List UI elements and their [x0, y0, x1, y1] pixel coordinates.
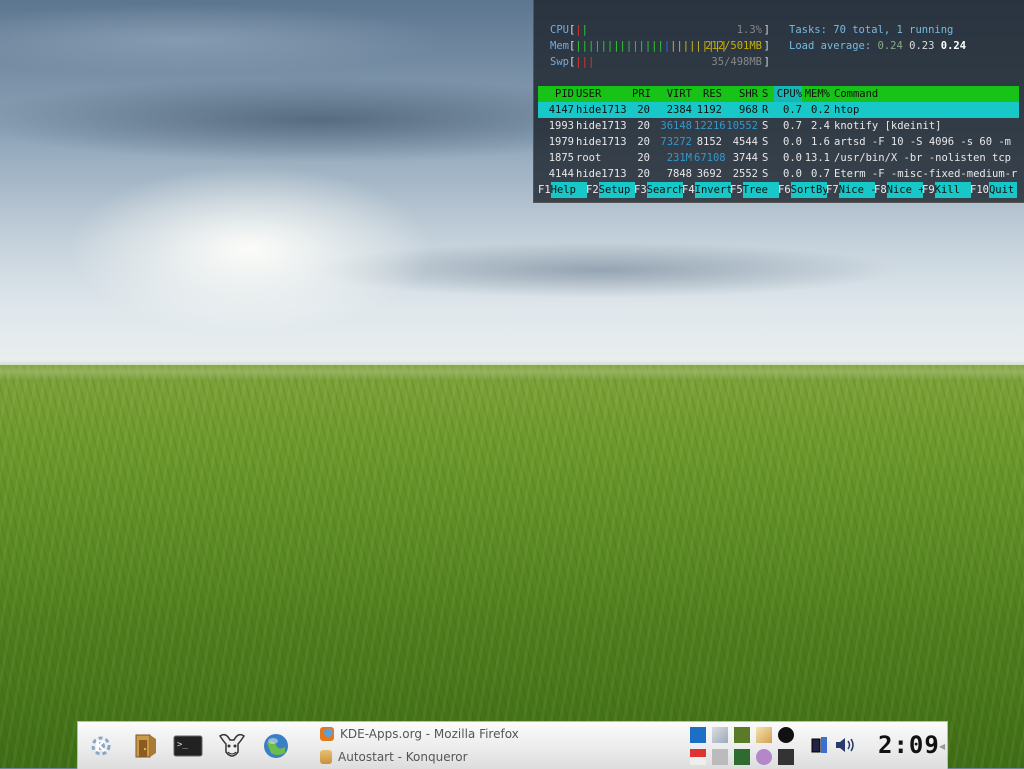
tasks-count: 70 total, 1 running	[833, 24, 954, 36]
spreadsheet-icon[interactable]	[734, 749, 750, 765]
gnu-gimp-icon[interactable]	[215, 729, 249, 763]
volume-icon[interactable]	[834, 736, 856, 754]
swap-meter-label: Swp	[550, 56, 569, 68]
process-row[interactable]: 4144 hide1713 20 7848 3692 2552 S 0.0 0.…	[538, 166, 1019, 182]
fkey-setup[interactable]: F2Setup	[586, 182, 635, 198]
column-cpu-sorted[interactable]: CPU%	[774, 86, 802, 102]
kde-monitor-icon[interactable]	[690, 727, 706, 743]
task-label: KDE-Apps.org - Mozilla Firefox	[340, 727, 519, 741]
fkey-help[interactable]: F1Help	[538, 182, 587, 198]
column-command[interactable]: Command	[834, 86, 1018, 102]
cpu-meter-value: 1.3%	[736, 24, 762, 36]
fkey-quit[interactable]: F10Quit	[970, 182, 1017, 198]
load-5min: 0.23	[909, 40, 935, 52]
pdf-editor-icon[interactable]	[690, 749, 706, 765]
fkey-nice-minus[interactable]: F7Nice -	[826, 182, 875, 198]
display-icon[interactable]	[778, 749, 794, 765]
svg-text:K: K	[95, 739, 107, 755]
task-label: Autostart - Konqueror	[338, 750, 468, 764]
notes-icon[interactable]	[756, 727, 772, 743]
cpu-meter-label: CPU	[550, 24, 569, 36]
taskbar-task-firefox[interactable]: KDE-Apps.org - Mozilla Firefox	[320, 724, 680, 744]
column-pri[interactable]: PRI	[632, 86, 651, 102]
system-tray	[688, 725, 798, 767]
htop-function-keys: F1Help F2Setup F3Search F4Invert F5Tree …	[538, 182, 1022, 198]
process-table-header: PID USER PRI VIRT RES SHR S CPU% MEM% Co…	[538, 86, 1019, 102]
home-icon[interactable]	[127, 729, 161, 763]
column-virt[interactable]: VIRT	[652, 86, 692, 102]
konqueror-browser-icon[interactable]	[259, 729, 293, 763]
folder-icon	[320, 750, 332, 764]
fkey-search[interactable]: F3Search	[634, 182, 683, 198]
fkey-tree[interactable]: F5Tree	[730, 182, 779, 198]
htop-terminal[interactable]: CPU[|| 1.3%] Mem[||||||||||||||||||||||||…	[533, 0, 1024, 203]
mem-meter: Mem[|||||||||||||||||||||||| 212/501MB]	[550, 40, 770, 52]
column-state[interactable]: S	[762, 86, 768, 102]
clock[interactable]: 2:09	[878, 730, 939, 760]
svg-text:>_: >_	[177, 740, 188, 750]
htop-meters: CPU[|| 1.3%] Mem[||||||||||||||||||||||||…	[550, 22, 770, 70]
column-pid[interactable]: PID	[542, 86, 574, 102]
tasks-summary: Tasks: 70 total, 1 running	[789, 24, 954, 36]
htop-summary: Tasks: 70 total, 1 running Load average:…	[789, 22, 966, 54]
camera-icon[interactable]	[778, 727, 794, 743]
taskbar-task-konqueror[interactable]: Autostart - Konqueror	[320, 747, 680, 767]
column-user[interactable]: USER	[576, 86, 601, 102]
column-res[interactable]: RES	[694, 86, 722, 102]
wallpaper-horizon	[0, 360, 1024, 380]
load-1min: 0.24	[877, 40, 903, 52]
search-tool-icon[interactable]	[712, 749, 728, 765]
swap-meter: Swp[||| 35/498MB]	[550, 56, 770, 68]
kmenu-icon[interactable]: K	[84, 729, 118, 763]
cpu-meter: CPU[|| 1.3%]	[550, 24, 770, 36]
battery-icon[interactable]	[810, 736, 830, 754]
fkey-nice-plus[interactable]: F8Nice +	[874, 182, 923, 198]
process-row[interactable]: 1993 hide1713 20 36148 12216 10552 S 0.7…	[538, 118, 1019, 134]
process-row[interactable]: 1875 root 20 231M 67108 3744 S 0.0 13.1 …	[538, 150, 1019, 166]
mem-meter-label: Mem	[550, 40, 569, 52]
column-mem[interactable]: MEM%	[804, 86, 830, 102]
fkey-invert[interactable]: F4Invert	[682, 182, 731, 198]
swap-meter-value: 35/498MB	[711, 56, 762, 68]
books-icon[interactable]	[734, 727, 750, 743]
fkey-kill[interactable]: F9Kill	[922, 182, 971, 198]
load-15min: 0.24	[940, 40, 967, 52]
terminal-icon[interactable]: >_	[171, 729, 205, 763]
klipper-icon[interactable]	[712, 727, 728, 743]
load-average: Load average: 0.24 0.23 0.24	[789, 40, 967, 52]
panel-hide-arrow-icon[interactable]: ◀	[939, 742, 945, 752]
wallpaper-grass-field	[0, 365, 1024, 768]
user-icon[interactable]	[756, 749, 772, 765]
process-row[interactable]: 1979 hide1713 20 73272 8152 4544 S 0.0 1…	[538, 134, 1019, 150]
mem-meter-value: 212/501MB	[705, 40, 762, 52]
column-shr[interactable]: SHR	[724, 86, 758, 102]
kde-panel: K >_ KDE-Apps.org - Mozilla Firefox Auto…	[77, 721, 948, 769]
process-row-selected[interactable]: 4147 hide1713 20 2384 1192 968 R 0.7 0.2…	[538, 102, 1019, 118]
firefox-icon	[320, 727, 334, 741]
fkey-sortby[interactable]: F6SortBy	[778, 182, 827, 198]
